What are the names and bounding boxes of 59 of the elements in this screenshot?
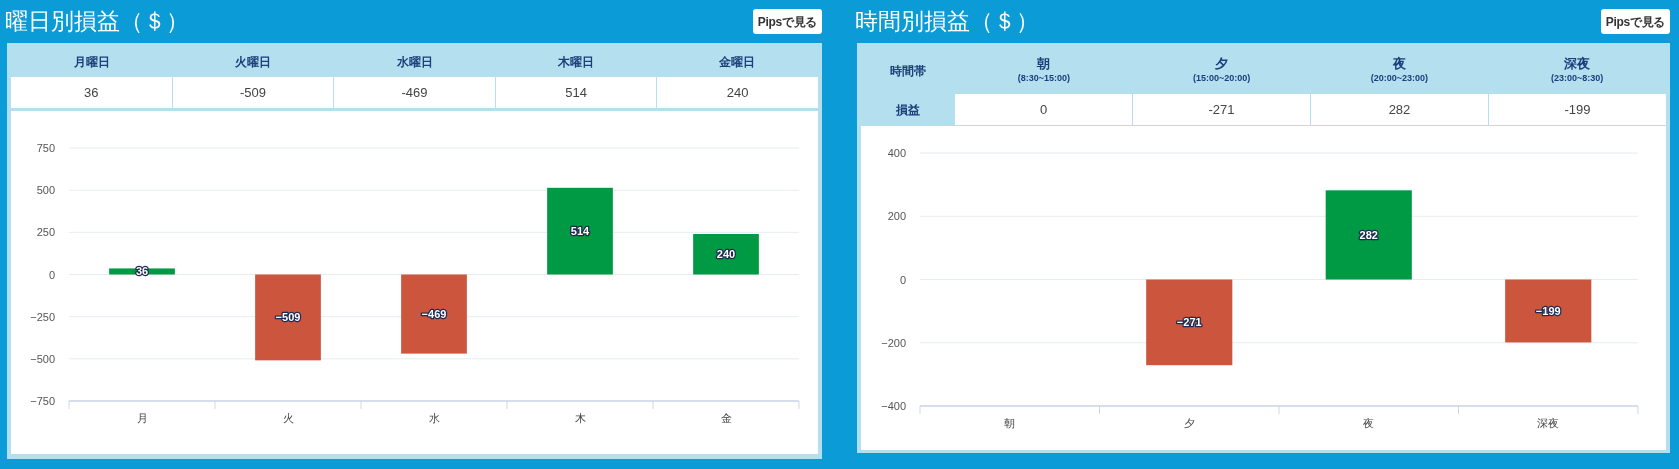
- table-cell: -199: [1488, 94, 1666, 126]
- axis-category-label: 金: [720, 412, 732, 424]
- axis-tick-label: 750: [36, 142, 55, 154]
- axis-category-label: 木: [574, 412, 586, 424]
- data-label: 36: [135, 265, 149, 278]
- panel-title: 曜日別損益（＄）: [5, 10, 189, 33]
- table-cell: -271: [1132, 94, 1310, 126]
- axis-category-label: 夜: [1363, 417, 1375, 429]
- axis-tick-label: 400: [887, 147, 906, 159]
- row-header: 損益: [895, 102, 921, 119]
- data-label: −271: [1176, 316, 1202, 329]
- data-label: −469: [421, 308, 447, 321]
- bar: [109, 268, 175, 275]
- pips-button[interactable]: Pipsで見る: [1600, 9, 1670, 34]
- panel-title: 時間別損益（＄）: [855, 10, 1039, 33]
- table-cell: 282: [1310, 94, 1488, 126]
- time-range: (20:00~23:00): [1370, 72, 1428, 85]
- axis-category-label: 朝: [1004, 417, 1016, 429]
- axis-tick-label: 200: [887, 210, 906, 223]
- row-header: 時間帯: [889, 62, 927, 80]
- axis-tick-label: 0: [48, 268, 55, 281]
- axis-tick-label: −250: [30, 310, 55, 323]
- time-range: (8:30~15:00): [1017, 72, 1070, 85]
- column-header: 月曜日: [72, 54, 111, 71]
- column-header: 木曜日: [556, 54, 595, 71]
- axis-tick-label: −500: [30, 352, 55, 365]
- axis-category-label: 火: [282, 412, 294, 424]
- column-header: 水曜日: [395, 54, 434, 71]
- axis-tick-label: −400: [881, 400, 906, 412]
- column-header: 火曜日: [234, 54, 273, 71]
- axis-tick-label: 250: [36, 226, 55, 239]
- pips-button[interactable]: Pipsで見る: [752, 9, 822, 34]
- column-header: 金曜日: [718, 54, 757, 71]
- axis-tick-label: 0: [899, 273, 906, 286]
- time-range: (23:00~8:30): [1550, 72, 1604, 85]
- data-label: −199: [1535, 304, 1561, 317]
- table-cell: 240: [656, 77, 818, 108]
- table-cell: -509: [171, 77, 334, 108]
- table-cell: 514: [494, 77, 657, 108]
- table-cell-text: 36: [83, 83, 100, 102]
- period-name: 夜: [1392, 56, 1406, 72]
- period-name: 深夜: [1564, 56, 1591, 72]
- axis-category-label: 深夜: [1537, 417, 1560, 429]
- data-label: 282: [1359, 228, 1378, 241]
- axis-category-label: 月: [136, 412, 148, 424]
- table-cell: 0: [955, 94, 1132, 126]
- period-name: 夕: [1215, 56, 1229, 72]
- data-label: −509: [275, 311, 301, 324]
- axis-category-label: 水: [428, 412, 440, 424]
- axis-tick-label: −200: [881, 336, 906, 349]
- axis-tick-label: −750: [30, 395, 55, 407]
- data-label: 514: [570, 225, 590, 238]
- bar: [693, 234, 759, 275]
- period-name: 朝: [1037, 56, 1051, 72]
- axis-category-label: 夕: [1183, 417, 1195, 429]
- time-range: (15:00~20:00): [1192, 72, 1251, 85]
- table-cell: -469: [333, 77, 495, 108]
- data-label: 240: [716, 248, 736, 261]
- axis-tick-label: 500: [36, 184, 55, 197]
